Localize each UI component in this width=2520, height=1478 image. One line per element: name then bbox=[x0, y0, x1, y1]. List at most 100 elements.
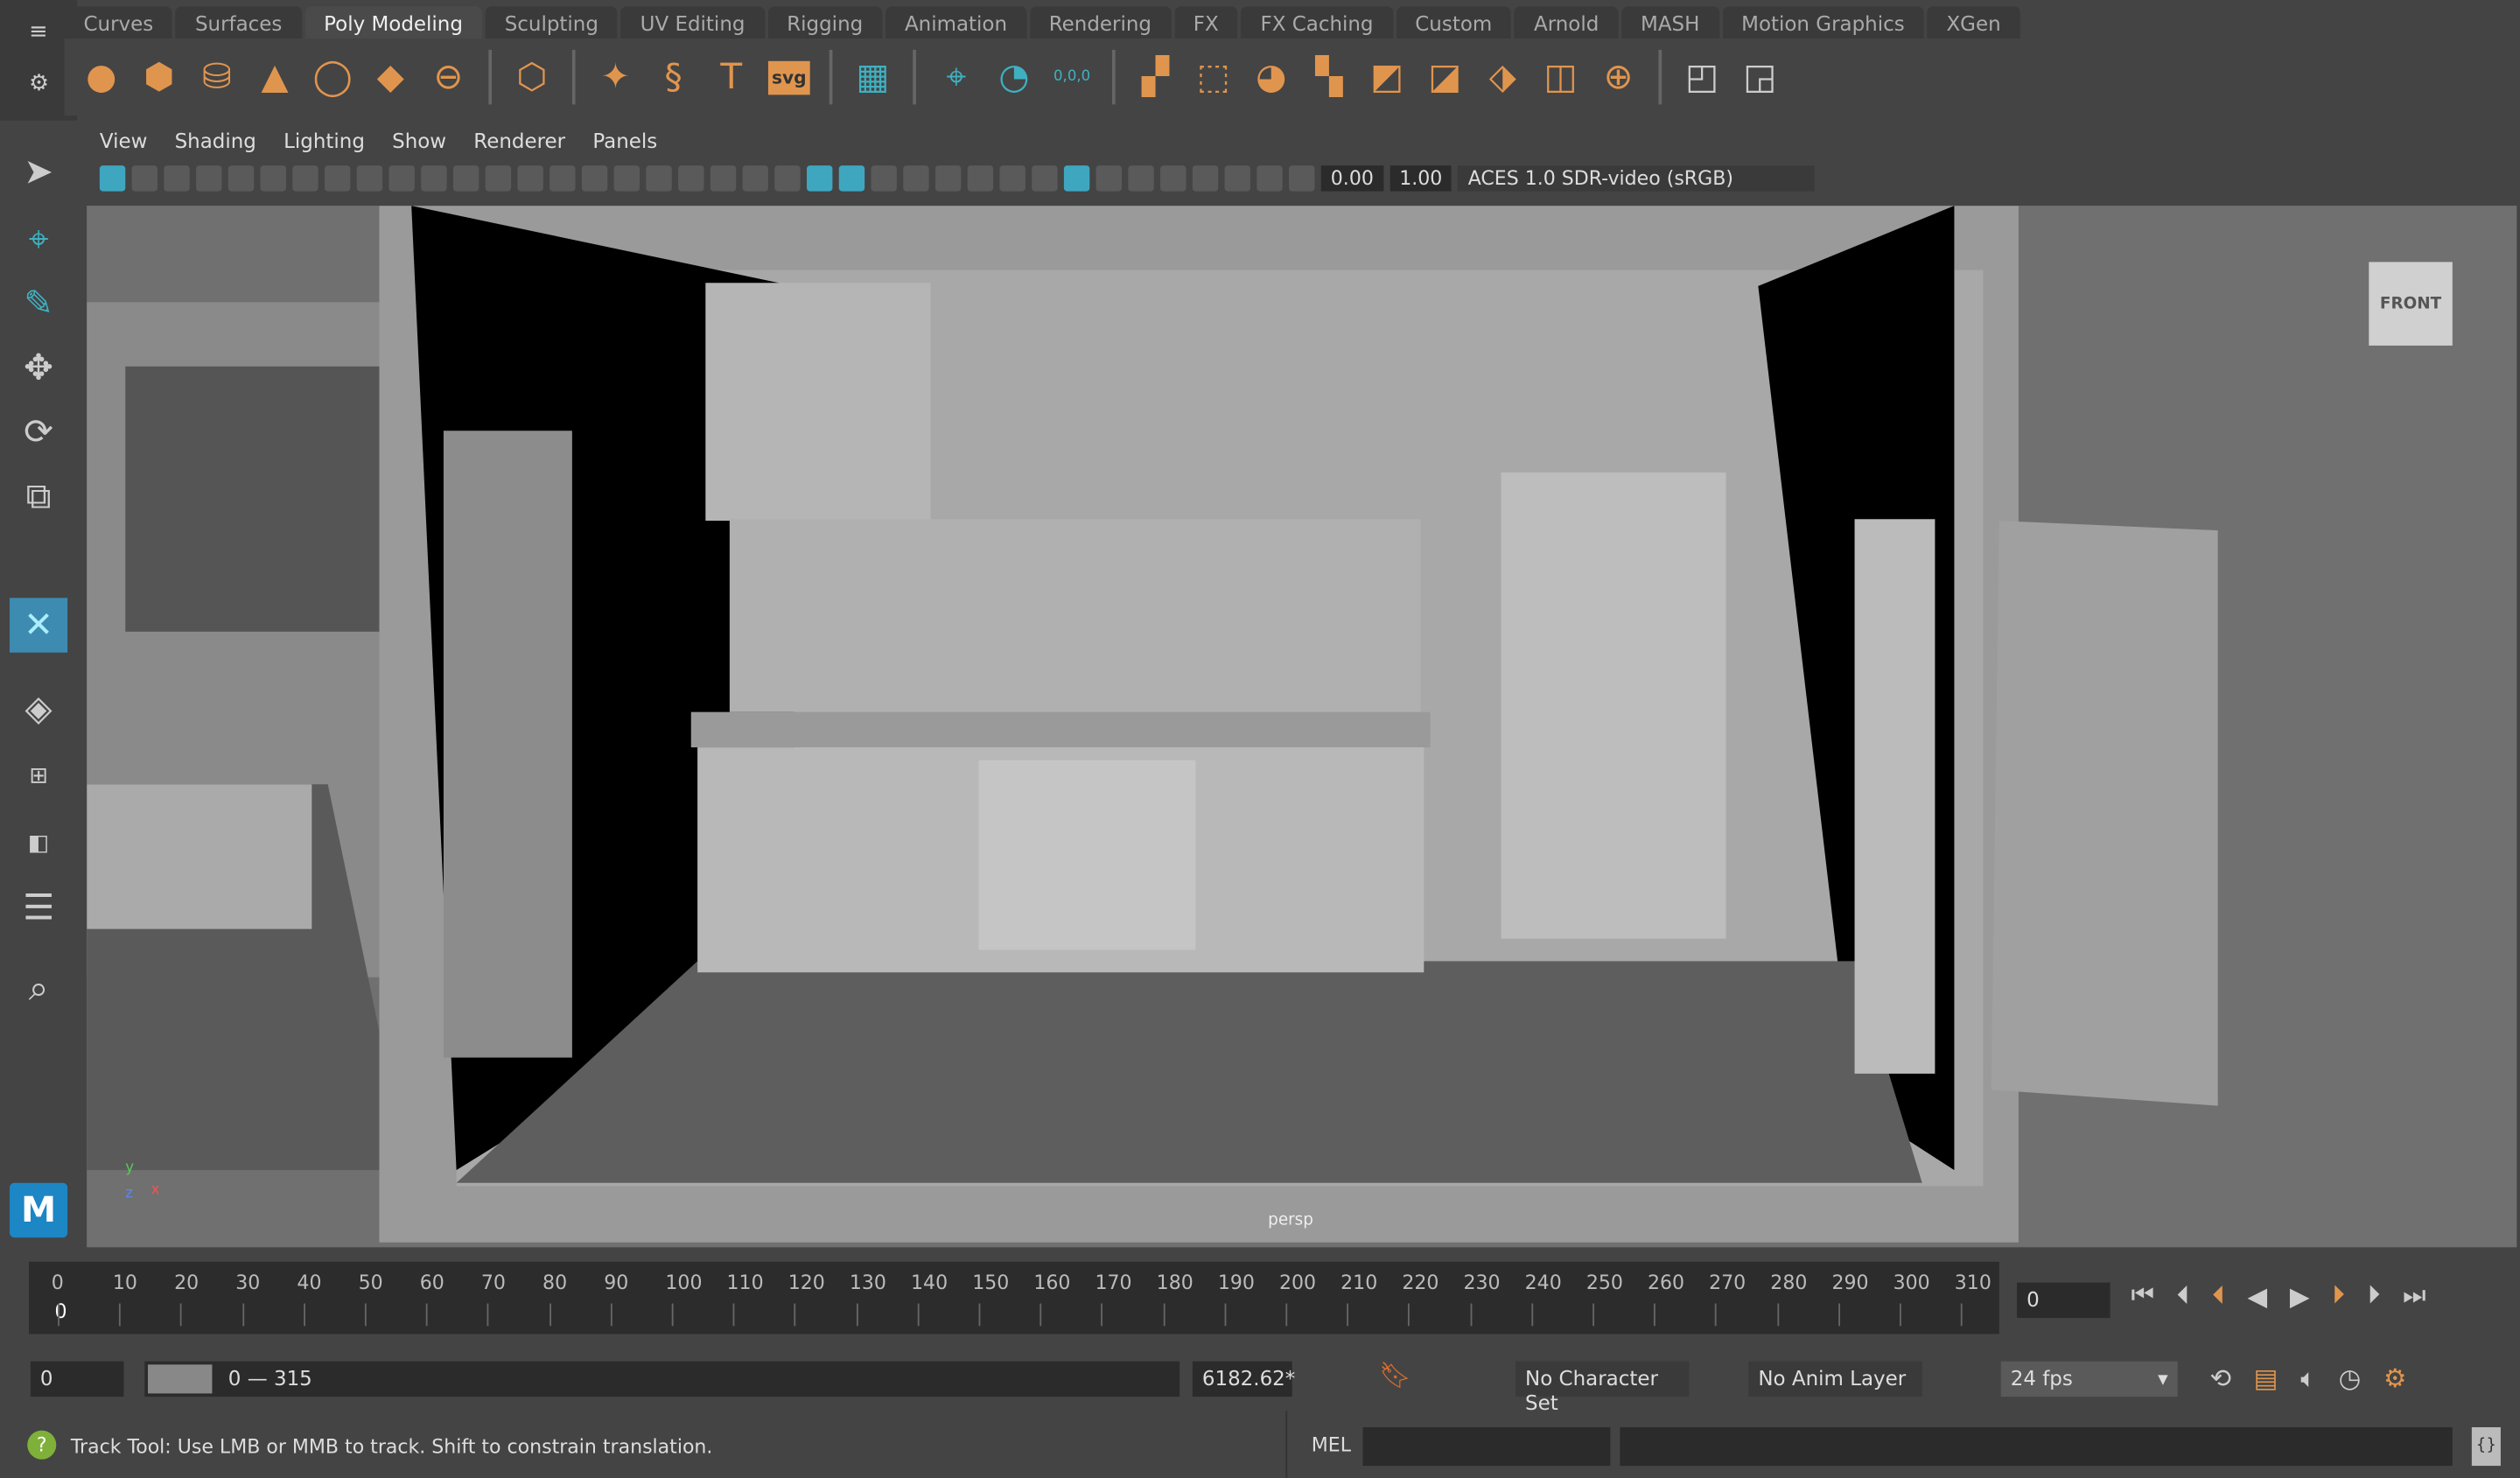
poly-cube-icon[interactable]: ⬢ bbox=[135, 53, 183, 102]
panel-tool-icon[interactable] bbox=[742, 165, 768, 192]
track-tool-icon[interactable]: ✕ bbox=[10, 598, 68, 653]
panel-tool-icon[interactable] bbox=[774, 165, 801, 192]
range-start-field[interactable]: 0 bbox=[30, 1361, 124, 1397]
shelf-tab-animation[interactable]: Animation bbox=[885, 6, 1027, 39]
panel-tool-icon[interactable] bbox=[292, 165, 318, 192]
panel-menu-show[interactable]: Show bbox=[392, 129, 446, 161]
panel-tool-icon[interactable] bbox=[646, 165, 672, 192]
panel-tool-icon[interactable] bbox=[903, 165, 929, 192]
poly-plane-icon[interactable]: ◆ bbox=[367, 53, 415, 102]
mel-label[interactable]: MEL bbox=[1312, 1433, 1351, 1456]
panel-tool-icon[interactable] bbox=[356, 165, 383, 192]
panel-tool-icon[interactable] bbox=[999, 165, 1026, 192]
character-set-dropdown[interactable]: No Character Set bbox=[1516, 1361, 1690, 1414]
menu-icon[interactable]: ≡ bbox=[29, 19, 48, 45]
panel-menu-panels[interactable]: Panels bbox=[592, 129, 657, 161]
panel-tool-icon[interactable] bbox=[164, 165, 190, 192]
freeze-icon[interactable]: ◔ bbox=[990, 53, 1038, 102]
search-icon[interactable]: ⌕ bbox=[10, 961, 67, 1015]
panel-tool-icon[interactable] bbox=[517, 165, 543, 192]
poly-cylinder-icon[interactable]: ⛁ bbox=[192, 53, 241, 102]
shelf-tab-mash[interactable]: MASH bbox=[1621, 6, 1719, 39]
panel-tool-icon[interactable] bbox=[1160, 165, 1186, 192]
boolean-icon[interactable]: ▚ bbox=[1305, 53, 1353, 102]
gear-icon[interactable]: ⚙ bbox=[29, 71, 49, 96]
range-slider-handle[interactable] bbox=[147, 1364, 213, 1394]
play-forward-icon[interactable]: ▶ bbox=[2290, 1280, 2310, 1311]
panel-tool-icon[interactable] bbox=[1224, 165, 1250, 192]
platonic-solid-icon[interactable]: ⬡ bbox=[508, 53, 556, 102]
range-end-field[interactable]: 6182.62* bbox=[1192, 1361, 1295, 1397]
panel-tool-icon[interactable] bbox=[485, 165, 512, 192]
shelf-tab-fx-caching[interactable]: FX Caching bbox=[1241, 6, 1393, 39]
shelf-tab-surfaces[interactable]: Surfaces bbox=[175, 6, 302, 39]
reset-transform-icon[interactable]: 0,0,0 bbox=[1048, 53, 1096, 102]
shelf-tab-xgen[interactable]: XGen bbox=[1927, 6, 2020, 39]
panel-tool-icon[interactable] bbox=[678, 165, 704, 192]
panel-tool-icon[interactable] bbox=[1063, 165, 1090, 192]
panel-tool-icon[interactable] bbox=[613, 165, 640, 192]
sound-icon[interactable]: 🔈︎ bbox=[2300, 1363, 2316, 1396]
separate-icon[interactable]: ⬚ bbox=[1189, 53, 1237, 102]
fps-dropdown[interactable]: 24 fps ▾ bbox=[2000, 1361, 2178, 1397]
panel-tool-icon[interactable] bbox=[807, 165, 833, 192]
extrude-icon[interactable]: ⬗ bbox=[1479, 53, 1527, 102]
scale-tool-icon[interactable]: ⧉ bbox=[10, 469, 67, 523]
go-to-start-icon[interactable]: ⏮ bbox=[2131, 1279, 2153, 1312]
prev-key-icon[interactable]: ⏴ bbox=[2212, 1279, 2225, 1312]
script-editor-icon[interactable]: {} bbox=[2471, 1426, 2501, 1467]
bevel-icon[interactable]: ⊕ bbox=[1594, 53, 1642, 102]
panel-tool-icon[interactable] bbox=[967, 165, 994, 192]
shelf-tab-arnold[interactable]: Arnold bbox=[1514, 6, 1619, 39]
panel-tool-icon[interactable] bbox=[388, 165, 415, 192]
select-tool-icon[interactable]: ➤ bbox=[10, 144, 67, 199]
layout-two-icon[interactable]: ◧ bbox=[10, 816, 67, 871]
svg-icon[interactable]: svg bbox=[765, 53, 813, 102]
shelf-tab-fx[interactable]: FX bbox=[1173, 6, 1238, 39]
panel-tool-icon[interactable] bbox=[871, 165, 897, 192]
outliner-icon[interactable]: ☰ bbox=[10, 881, 67, 935]
shelf-tab-rendering[interactable]: Rendering bbox=[1029, 6, 1172, 39]
smooth-icon[interactable]: ◩ bbox=[1363, 53, 1411, 102]
multicut-icon[interactable]: ◰ bbox=[1678, 53, 1726, 102]
panel-tool-icon[interactable] bbox=[99, 165, 126, 192]
panel-tool-icon[interactable] bbox=[452, 165, 480, 192]
time-icon[interactable]: ◷ bbox=[2339, 1363, 2362, 1396]
panel-tool-icon[interactable] bbox=[581, 165, 608, 192]
rotate-tool-icon[interactable]: ⟳ bbox=[10, 405, 67, 459]
edit-icon[interactable]: ◲ bbox=[1736, 53, 1784, 102]
gamma-field[interactable]: 1.00 bbox=[1390, 165, 1452, 192]
panel-tool-icon[interactable] bbox=[1032, 165, 1058, 192]
panel-tool-icon[interactable] bbox=[260, 165, 286, 192]
exposure-field[interactable]: 0.00 bbox=[1320, 165, 1383, 192]
panel-tool-icon[interactable] bbox=[710, 165, 737, 192]
panel-menu-view[interactable]: View bbox=[100, 129, 147, 161]
extract-icon[interactable]: ◕ bbox=[1247, 53, 1295, 102]
shelf-tab-rigging[interactable]: Rigging bbox=[767, 6, 883, 39]
range-slider[interactable]: 0 — 315 bbox=[144, 1361, 1180, 1397]
time-slider[interactable]: 0 0 10 20 30 40 50 60 70 80 90 100 110 120 130 140 150 1… bbox=[29, 1261, 1999, 1334]
shelf-tab-motion-graphics[interactable]: Motion Graphics bbox=[1722, 6, 1924, 39]
command-input[interactable] bbox=[1362, 1426, 1611, 1467]
go-to-end-icon[interactable]: ⏭ bbox=[2403, 1279, 2426, 1312]
next-key-icon[interactable]: ⏵ bbox=[2332, 1279, 2345, 1312]
poly-cone-icon[interactable]: ▲ bbox=[251, 53, 299, 102]
mirror-icon[interactable]: ◪ bbox=[1421, 53, 1469, 102]
helix-icon[interactable]: § bbox=[649, 53, 697, 102]
auto-key-icon[interactable]: 🔖︎ bbox=[1379, 1360, 1411, 1390]
sweep-mesh-icon[interactable]: ▦ bbox=[849, 53, 897, 102]
panel-tool-icon[interactable] bbox=[934, 165, 962, 192]
panel-tool-icon[interactable] bbox=[131, 165, 158, 192]
loop-icon[interactable]: ⟲ bbox=[2209, 1363, 2231, 1396]
panel-tool-icon[interactable] bbox=[228, 165, 255, 192]
poly-disc-icon[interactable]: ⊖ bbox=[424, 53, 472, 102]
panel-menu-shading[interactable]: Shading bbox=[175, 129, 256, 161]
colorspace-dropdown[interactable]: ACES 1.0 SDR-video (sRGB) bbox=[1458, 165, 1816, 192]
combine-icon[interactable]: ▞ bbox=[1131, 53, 1180, 102]
shelf-tab-curves[interactable]: Curves bbox=[64, 6, 173, 39]
panel-tool-icon[interactable] bbox=[1096, 165, 1123, 192]
panel-tool-icon[interactable] bbox=[1128, 165, 1154, 192]
panel-tool-icon[interactable] bbox=[550, 165, 576, 192]
layout-four-icon[interactable]: ⊞ bbox=[10, 749, 67, 803]
shelf-tab-poly-modeling[interactable]: Poly Modeling bbox=[304, 6, 482, 39]
